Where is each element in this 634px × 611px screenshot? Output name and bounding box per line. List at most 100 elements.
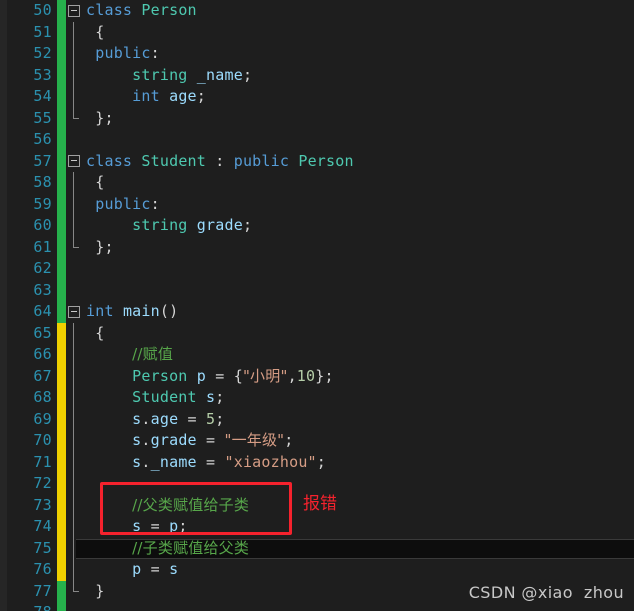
code-text[interactable]: Person p = {"小明",10}; (86, 366, 334, 388)
fold-gutter-cell[interactable] (66, 107, 86, 130)
fold-gutter-cell[interactable] (66, 64, 86, 86)
fold-gutter-cell[interactable] (66, 0, 86, 22)
code-text[interactable]: int age; (86, 86, 206, 108)
fold-gutter-cell[interactable] (66, 43, 86, 65)
code-line[interactable]: 50 class Person (0, 0, 634, 22)
collapse-minus-icon[interactable] (68, 4, 80, 17)
collapse-minus-icon[interactable] (68, 305, 80, 318)
fold-gutter-cell[interactable] (66, 322, 86, 344)
fold-gutter-cell[interactable] (66, 344, 86, 366)
token-type: string (132, 216, 188, 234)
token-punc: . (141, 409, 151, 428)
change-bar-indicator (57, 602, 66, 611)
fold-gutter-cell[interactable] (66, 129, 86, 151)
fold-gutter-cell[interactable] (66, 451, 86, 473)
code-line[interactable]: 78 (0, 602, 634, 611)
line-number: 66 (33, 345, 52, 363)
fold-gutter-cell[interactable] (66, 193, 86, 215)
fold-gutter-cell[interactable] (66, 151, 86, 173)
fold-gutter-cell[interactable] (66, 236, 86, 259)
fold-gutter-cell[interactable] (66, 258, 86, 280)
code-text[interactable]: } (86, 581, 104, 603)
fold-gutter-cell[interactable] (66, 301, 86, 323)
code-line[interactable]: 66 //赋值 (0, 344, 634, 366)
code-text[interactable]: int main() (86, 301, 178, 323)
token-kw: class (86, 151, 133, 170)
code-line[interactable]: 62 (0, 258, 634, 280)
code-text[interactable]: s.grade = "一年级"; (86, 430, 294, 452)
fold-guide-line (73, 430, 74, 452)
code-line[interactable]: 53 string _name; (0, 64, 634, 87)
code-editor[interactable]: 50 class Person 51 {52 public: 53 string _n… (0, 0, 634, 611)
fold-gutter-cell[interactable] (66, 215, 86, 237)
fold-gutter-cell[interactable] (66, 516, 86, 538)
code-text[interactable]: { (86, 22, 104, 44)
code-text[interactable]: string _name; (86, 65, 252, 87)
code-line[interactable]: 60 string grade; (0, 215, 634, 237)
change-bar-indicator (57, 43, 66, 65)
fold-gutter-cell[interactable] (66, 580, 86, 603)
fold-gutter-cell[interactable] (66, 172, 86, 194)
code-line[interactable]: 54 int age; (0, 86, 634, 108)
code-line[interactable]: 57 class Student : public Person (0, 150, 634, 173)
fold-gutter-cell[interactable] (66, 21, 86, 43)
code-text[interactable]: { (86, 172, 104, 194)
fold-gutter-cell[interactable] (66, 387, 86, 409)
code-line[interactable]: 59 public: (0, 193, 634, 216)
fold-guide-line (73, 215, 74, 237)
change-bar-indicator (57, 473, 66, 495)
line-number: 71 (33, 452, 52, 471)
fold-gutter-cell[interactable] (66, 473, 86, 495)
code-line[interactable]: 70 s.grade = "一年级"; (0, 430, 634, 452)
token-punc: = (196, 431, 225, 449)
code-text[interactable]: { (86, 323, 104, 345)
code-line[interactable]: 68 Student s; (0, 387, 634, 409)
code-line[interactable]: 65 { (0, 322, 634, 345)
code-line[interactable]: 51 { (0, 21, 634, 44)
code-line[interactable]: 52 public: (0, 43, 634, 65)
code-text[interactable]: p = s (86, 559, 178, 581)
token-id: _name (196, 65, 243, 84)
code-line[interactable]: 71 s._name = "xiaozhou"; (0, 451, 634, 474)
code-text[interactable]: string grade; (86, 215, 252, 237)
fold-guide-line (73, 387, 74, 409)
code-line[interactable]: 72 (0, 473, 634, 495)
code-text[interactable]: Student s; (86, 387, 224, 409)
code-line[interactable]: 55 }; (0, 107, 634, 130)
fold-gutter-cell[interactable] (66, 494, 86, 516)
line-number: 63 (33, 280, 52, 299)
code-text[interactable]: }; (86, 237, 114, 259)
fold-gutter-cell[interactable] (66, 430, 86, 452)
code-line[interactable]: 64 int main() (0, 301, 634, 323)
code-line[interactable]: 69 s.age = 5; (0, 408, 634, 431)
code-text[interactable]: public: (86, 194, 160, 216)
code-line[interactable]: 63 (0, 279, 634, 302)
fold-guide-line (73, 21, 74, 43)
code-text[interactable]: //赋值 (86, 344, 173, 366)
code-line[interactable]: 56 (0, 129, 634, 151)
code-text[interactable]: }; (86, 108, 114, 130)
fold-gutter-cell[interactable] (66, 86, 86, 108)
code-text[interactable]: class Student : public Person (86, 151, 354, 173)
code-line[interactable]: 67 Person p = {"小明",10}; (0, 365, 634, 388)
fold-gutter-cell[interactable] (66, 602, 86, 611)
code-text[interactable]: public: (86, 43, 160, 65)
fold-gutter-cell[interactable] (66, 559, 86, 581)
code-text[interactable]: s._name = "xiaozhou"; (86, 452, 326, 474)
fold-gutter-cell[interactable] (66, 365, 86, 387)
fold-gutter-cell[interactable] (66, 280, 86, 302)
code-line[interactable]: 58 { (0, 172, 634, 194)
fold-gutter-cell[interactable] (66, 537, 86, 559)
collapse-minus-icon[interactable] (68, 155, 80, 167)
code-text[interactable]: s.age = 5; (86, 409, 225, 431)
code-line[interactable]: 74 s = p; (0, 516, 634, 538)
code-line[interactable]: 61 }; (0, 236, 634, 259)
code-text[interactable]: class Person (86, 0, 197, 22)
code-text[interactable]: //子类赋值给父类 (86, 538, 249, 560)
token-kw: class (86, 1, 133, 19)
fold-gutter-cell[interactable] (66, 408, 86, 430)
change-bar-indicator (57, 537, 66, 559)
code-line[interactable]: 76 p = s (0, 559, 634, 581)
code-line[interactable]: 75 //子类赋值给父类 (0, 537, 634, 560)
